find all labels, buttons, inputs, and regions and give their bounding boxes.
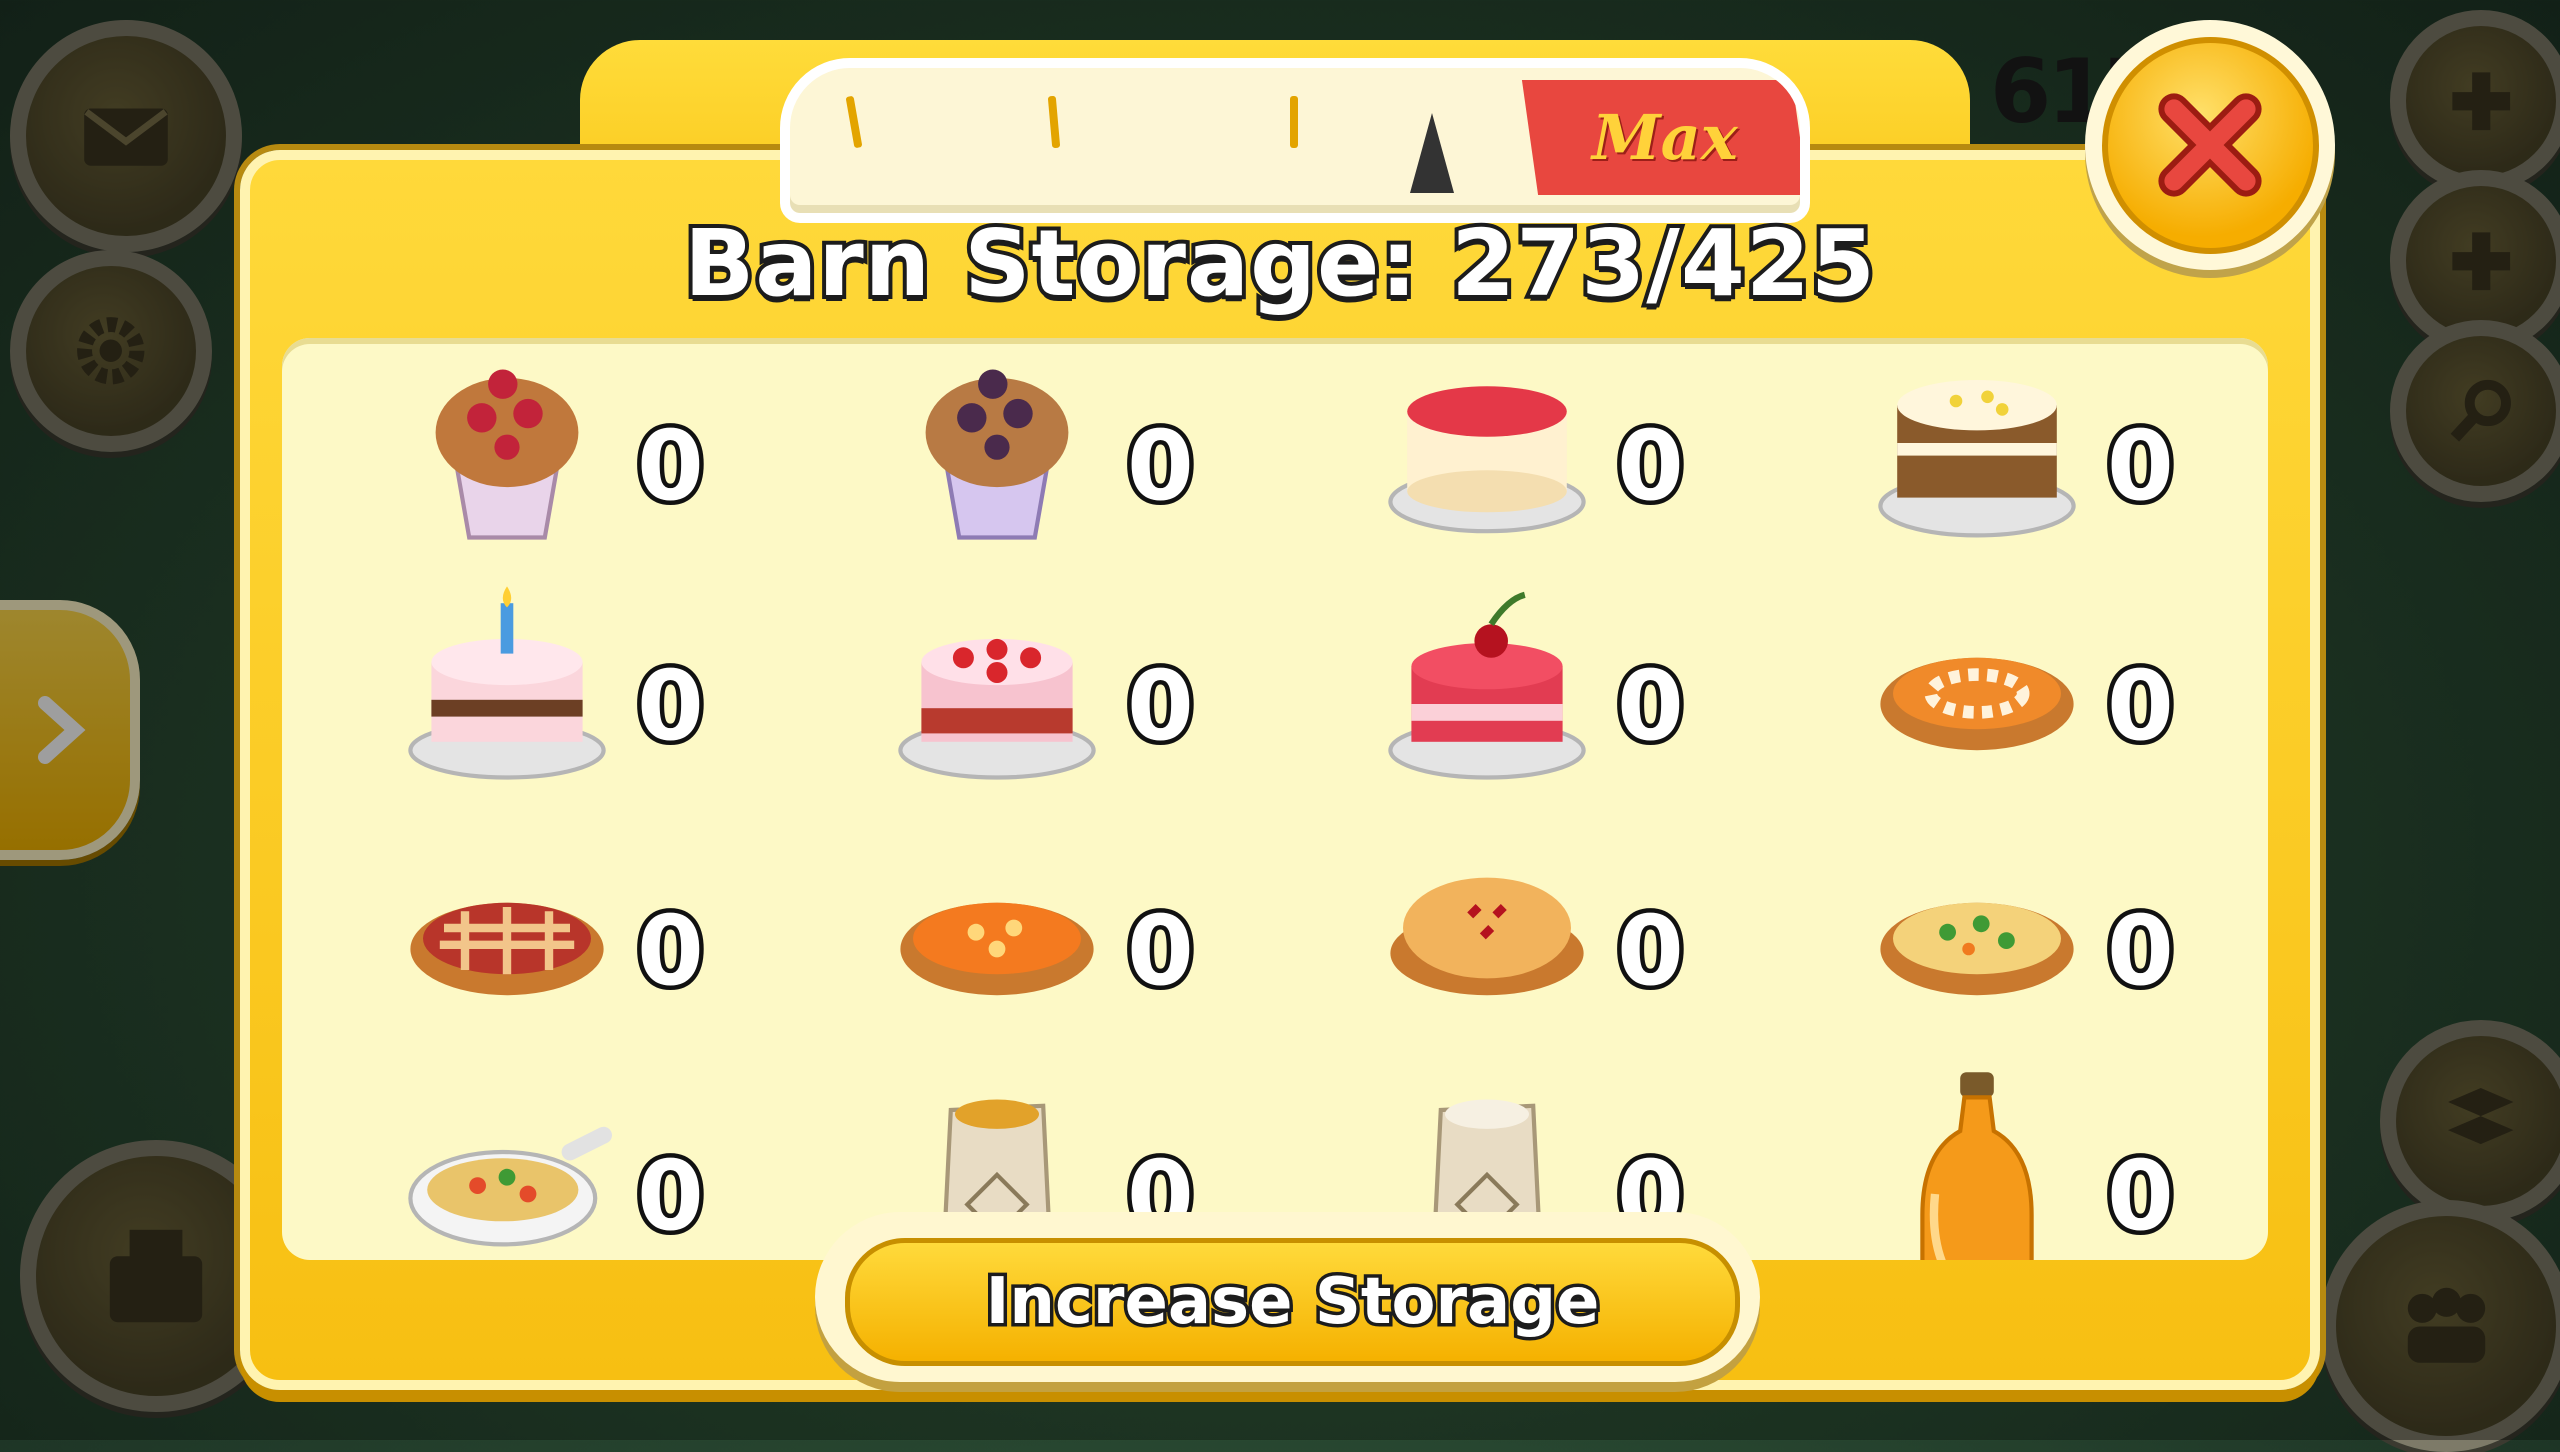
item-cell-cream-cake[interactable]: 0 [322,578,782,808]
gauge-max-zone: Max [1521,80,1800,195]
cheesecake-icon [1388,386,1586,534]
vegetable-bake-icon [408,1126,612,1247]
blackberry-muffin-icon [925,369,1069,540]
item-qty: 0 [1613,650,1689,762]
item-qty: 0 [633,650,709,762]
item-cell-carrot-cake[interactable]: 0 [1792,338,2252,568]
item-cell-vegetable-pie[interactable]: 0 [1792,823,2252,1053]
close-button[interactable] [2085,20,2335,270]
item-qty: 0 [2103,1140,2179,1252]
increase-storage-frame: Increase Storage [815,1212,1760,1382]
item-qty: 0 [633,1140,709,1252]
item-cell-raspberry-muffin[interactable]: 0 [322,338,782,568]
item-qty: 0 [1123,650,1199,762]
raspberry-muffin-icon [435,369,579,540]
item-cell-carrot-pie[interactable]: 0 [812,823,1272,1053]
apple-pie-icon [1390,877,1584,996]
syrup-bottle-icon [1920,1072,2034,1260]
carrot-pie-icon [900,902,1094,996]
red-berry-cake-icon [898,638,1096,780]
item-cell-syrup-bottle[interactable]: 0 [1792,1068,2252,1260]
close-x-icon [2158,93,2262,197]
item-qty: 0 [1123,895,1199,1007]
item-cell-cheesecake[interactable]: 0 [1302,338,1762,568]
item-cell-cherry-cake[interactable]: 0 [1302,578,1762,808]
item-qty: 0 [633,410,709,522]
gauge-tick [1290,96,1298,148]
item-cell-vegetable-bake[interactable]: 0 [322,1068,782,1260]
pumpkin-pie-icon [1880,657,2074,751]
carrot-cake-icon [1878,380,2076,538]
vegetable-pie-icon [1880,902,2074,996]
cream-cake-icon [408,586,606,780]
gauge-needle [1410,113,1454,193]
cherry-cake-icon [1388,591,1586,780]
gauge-max-label: Max [1592,101,1738,174]
bacon-pie-icon [410,902,604,996]
item-cell-blackberry-muffin[interactable]: 0 [812,338,1272,568]
item-qty: 0 [2103,650,2179,762]
item-qty: 0 [1123,410,1199,522]
item-qty: 0 [1613,895,1689,1007]
item-qty: 0 [1613,410,1689,522]
item-qty: 0 [2103,895,2179,1007]
item-cell-red-berry-cake[interactable]: 0 [812,578,1272,808]
item-qty: 0 [2103,410,2179,522]
item-cell-apple-pie[interactable]: 0 [1302,823,1762,1053]
item-qty: 0 [633,895,709,1007]
increase-storage-button[interactable]: Increase Storage [845,1238,1740,1366]
gauge-tick [1047,95,1061,149]
item-cell-bacon-pie[interactable]: 0 [322,823,782,1053]
storage-gauge: Max [780,58,1810,223]
item-cell-pumpkin-pie[interactable]: 0 [1792,578,2252,808]
gauge-tick [845,95,863,149]
storage-items-grid[interactable]: 0 0 0 0 0 0 0 0 0 0 0 0 0 0 0 0 [282,338,2268,1260]
